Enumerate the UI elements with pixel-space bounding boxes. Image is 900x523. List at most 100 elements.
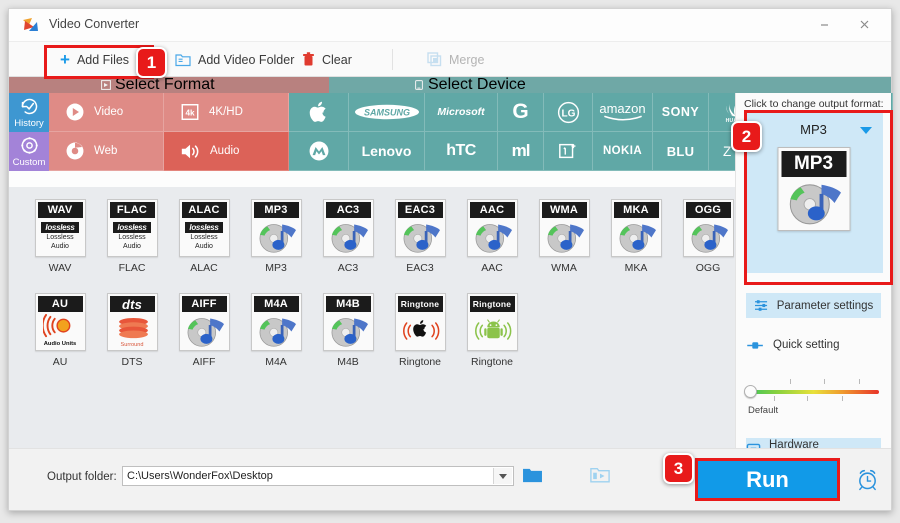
merge-button[interactable]: Merge bbox=[421, 42, 490, 77]
sidebar-item-history[interactable]: History bbox=[9, 93, 49, 132]
format-tile-aac[interactable]: AAC AAC bbox=[461, 199, 523, 281]
lossless-badge: lossless bbox=[113, 222, 151, 233]
bottom-bar: Output folder: C:\Users\WonderFox\Deskto… bbox=[9, 448, 891, 510]
format-tile-wav[interactable]: WAV lossless Lossless Audio WAV bbox=[29, 199, 91, 281]
slider-ticks-top bbox=[748, 379, 879, 385]
brand-lenovo[interactable]: Lenovo bbox=[349, 132, 425, 171]
folder-add-icon bbox=[175, 53, 191, 67]
brand-blu[interactable]: BLU bbox=[653, 132, 709, 171]
eac3-thumbnail: EAC3 bbox=[394, 199, 446, 257]
brand-amazon[interactable]: amazon bbox=[593, 93, 653, 132]
selected-format-thumbnail: MP3 bbox=[777, 147, 850, 231]
add-files-button[interactable]: + Add Files bbox=[54, 42, 135, 77]
lg-icon: LG bbox=[557, 101, 579, 123]
chevron-down-icon[interactable] bbox=[860, 127, 872, 134]
clear-button[interactable]: Clear bbox=[296, 42, 358, 77]
select-device-header: Select Device bbox=[329, 76, 891, 93]
aiff-thumbnail: AIFF bbox=[178, 293, 230, 351]
brand-google[interactable]: G bbox=[498, 93, 544, 132]
brand-microsoft[interactable]: Microsoft bbox=[425, 93, 498, 132]
brand-samsung[interactable]: SAMSUNG bbox=[349, 93, 425, 132]
wma-thumbnail: WMA bbox=[538, 199, 590, 257]
mp3-thumbnail: MP3 bbox=[250, 199, 302, 257]
category-video[interactable]: Video bbox=[49, 93, 164, 132]
lossless-line2: Audio bbox=[195, 243, 213, 250]
app-title: Video Converter bbox=[49, 17, 140, 31]
plus-icon: + bbox=[60, 50, 70, 69]
mp3-cap: MP3 bbox=[253, 202, 299, 218]
open-folder-button[interactable] bbox=[522, 466, 543, 484]
brand-motorola[interactable] bbox=[289, 132, 349, 171]
brand-oneplus[interactable] bbox=[544, 132, 593, 171]
output-folder-dropdown-icon[interactable] bbox=[493, 468, 512, 484]
trash-icon bbox=[302, 52, 315, 67]
format-label: Ringtone bbox=[398, 356, 442, 368]
output-folder-input[interactable]: C:\Users\WonderFox\Desktop bbox=[122, 466, 514, 486]
dts-cap: dts bbox=[109, 296, 155, 312]
quality-slider[interactable]: Default bbox=[744, 379, 879, 416]
format-label: WMA bbox=[551, 262, 577, 274]
add-video-folder-button[interactable]: Add Video Folder bbox=[169, 42, 300, 77]
format-tile-alac[interactable]: ALAC lossless Lossless Audio ALAC bbox=[173, 199, 235, 281]
disc-note-icon bbox=[619, 224, 656, 253]
brand-xiaomi[interactable]: ml bbox=[498, 132, 544, 171]
samsung-icon: SAMSUNG bbox=[354, 104, 419, 120]
step-badge-3: 3 bbox=[663, 453, 694, 484]
ac3-thumbnail: AC3 bbox=[322, 199, 374, 257]
oneplus-icon bbox=[559, 143, 576, 159]
output-format-selector[interactable]: MP3 MP3 bbox=[744, 113, 883, 273]
format-tile-ringtone-apple[interactable]: Ringtone Ringtone bbox=[389, 293, 451, 375]
format-tile-aiff[interactable]: AIFF AIFF bbox=[173, 293, 235, 375]
format-tile-m4a[interactable]: M4A M4A bbox=[245, 293, 307, 375]
format-tile-ac3[interactable]: AC3 AC3 bbox=[317, 199, 379, 281]
category-audio[interactable]: Audio bbox=[164, 132, 289, 171]
disc-note-icon bbox=[259, 318, 296, 347]
format-tile-au[interactable]: AU Audio Units AU bbox=[29, 293, 91, 375]
format-tile-mp3[interactable]: MP3 MP3 bbox=[245, 199, 307, 281]
format-tile-flac[interactable]: FLAC lossless Lossless Audio FLAC bbox=[101, 199, 163, 281]
category-video-label: Video bbox=[94, 106, 124, 118]
run-button[interactable]: Run bbox=[695, 458, 840, 501]
mka-thumbnail: MKA bbox=[610, 199, 662, 257]
svg-text:LG: LG bbox=[561, 108, 575, 119]
format-tile-mka[interactable]: MKA MKA bbox=[605, 199, 667, 281]
slider-value-label: Default bbox=[748, 405, 779, 416]
format-header-icon bbox=[101, 80, 111, 90]
format-label: FLAC bbox=[118, 262, 146, 274]
schedule-button[interactable] bbox=[856, 468, 879, 491]
format-tile-ringtone-android[interactable]: Ringtone Ringtone bbox=[461, 293, 523, 375]
lossless-line1: Lossless bbox=[118, 234, 146, 241]
category-4khd[interactable]: 4k 4K/HD bbox=[164, 93, 289, 132]
format-tile-m4b[interactable]: M4B M4B bbox=[317, 293, 379, 375]
svg-text:SAMSUNG: SAMSUNG bbox=[363, 107, 409, 117]
slider-ticks-bottom bbox=[748, 396, 879, 402]
output-folder-label: Output folder: bbox=[47, 471, 117, 483]
disc-note-icon bbox=[403, 224, 440, 253]
parameter-settings-button[interactable]: Parameter settings bbox=[746, 293, 881, 318]
quick-setting-row[interactable]: Quick setting bbox=[746, 339, 839, 351]
minimize-button[interactable] bbox=[804, 9, 844, 40]
brand-apple[interactable] bbox=[289, 93, 349, 132]
brand-htc[interactable]: hTC bbox=[425, 132, 498, 171]
format-tile-dts[interactable]: dts Surround DTS bbox=[101, 293, 163, 375]
category-4khd-label: 4K/HD bbox=[209, 106, 243, 118]
format-tile-wma[interactable]: WMA WMA bbox=[533, 199, 595, 281]
sidebar-item-custom[interactable]: Custom bbox=[9, 132, 49, 171]
lossless-badge: lossless bbox=[41, 222, 79, 233]
format-label: AU bbox=[52, 356, 68, 368]
run-label: Run bbox=[746, 466, 789, 492]
format-tile-eac3[interactable]: EAC3 EAC3 bbox=[389, 199, 451, 281]
category-web[interactable]: Web bbox=[49, 132, 164, 171]
au-thumbnail: AU Audio Units bbox=[34, 293, 86, 351]
brand-nokia[interactable]: NOKIA bbox=[593, 132, 653, 171]
brand-lg[interactable]: LG bbox=[544, 93, 593, 132]
lossless-badge: lossless bbox=[185, 222, 223, 233]
close-button[interactable] bbox=[844, 9, 884, 40]
format-tile-ogg[interactable]: OGG OGG bbox=[677, 199, 737, 281]
brand-sony[interactable]: SONY bbox=[653, 93, 709, 132]
format-label: AIFF bbox=[192, 356, 216, 368]
slider-track[interactable] bbox=[744, 385, 879, 398]
preview-button[interactable] bbox=[590, 466, 610, 484]
m4a-cap: M4A bbox=[253, 296, 299, 312]
apple-icon bbox=[309, 101, 326, 122]
